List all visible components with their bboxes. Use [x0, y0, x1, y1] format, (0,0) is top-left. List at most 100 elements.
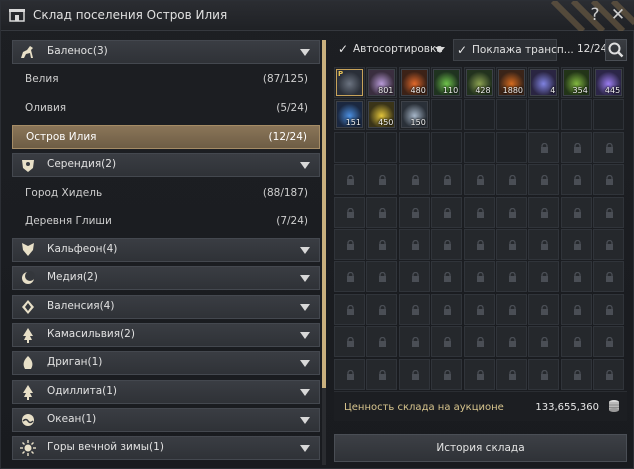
region-header[interactable]: Океан(1)	[12, 407, 320, 432]
inventory-slot[interactable]: 110	[431, 67, 463, 98]
region-header[interactable]: Кальфеон(4)	[12, 238, 320, 263]
locked-slot[interactable]	[334, 261, 365, 293]
chevron-down-icon[interactable]	[300, 275, 310, 283]
locked-slot[interactable]	[431, 164, 463, 196]
locked-slot[interactable]	[334, 164, 365, 196]
inventory-slot[interactable]	[593, 99, 625, 131]
region-header[interactable]: Дриган(1)	[12, 351, 320, 376]
locked-slot[interactable]	[560, 196, 592, 228]
locked-slot[interactable]	[496, 196, 527, 228]
locked-slot[interactable]	[398, 293, 430, 325]
inventory-slot[interactable]: 1880	[496, 67, 527, 98]
locked-slot[interactable]	[334, 326, 365, 358]
inventory-slot[interactable]	[560, 99, 592, 131]
inventory-slot[interactable]	[496, 131, 527, 163]
region-header[interactable]: Медия(2)	[12, 266, 320, 291]
locked-slot[interactable]	[463, 164, 495, 196]
region-header[interactable]: Одиллита(1)	[12, 379, 320, 404]
locked-slot[interactable]	[593, 261, 625, 293]
locked-slot[interactable]	[528, 326, 560, 358]
locked-slot[interactable]	[463, 229, 495, 260]
locked-slot[interactable]	[560, 261, 592, 293]
region-header[interactable]: Серендия(2)	[12, 153, 320, 178]
inventory-slot[interactable]: 151	[334, 99, 365, 131]
violet-crystal-icon[interactable]: 4	[530, 69, 558, 96]
inventory-slot[interactable]	[334, 131, 365, 163]
inventory-slot[interactable]: 4	[528, 67, 560, 98]
transport-checkbox[interactable]: ✓	[457, 44, 469, 56]
region-header[interactable]: Валенсия(4)	[12, 294, 320, 319]
chevron-down-icon[interactable]	[300, 360, 310, 368]
locked-slot[interactable]	[366, 358, 398, 390]
locked-slot[interactable]	[528, 229, 560, 260]
close-button[interactable]: ✕	[607, 4, 629, 26]
locked-slot[interactable]	[463, 196, 495, 228]
chevron-down-icon[interactable]	[300, 162, 310, 170]
town-item[interactable]: Оливия (5/24)	[12, 97, 320, 121]
locked-slot[interactable]	[560, 131, 592, 163]
locked-slot[interactable]	[366, 164, 398, 196]
inventory-slot[interactable]	[366, 131, 398, 163]
purple-flowers-icon[interactable]: 801	[368, 69, 396, 96]
inventory-slot[interactable]	[496, 99, 527, 131]
locked-slot[interactable]	[398, 164, 430, 196]
locked-slot[interactable]	[431, 261, 463, 293]
green-herb-icon[interactable]: 110	[433, 69, 461, 96]
locked-slot[interactable]	[593, 164, 625, 196]
locked-slot[interactable]	[528, 131, 560, 163]
region-header[interactable]: Камасильвия(2)	[12, 323, 320, 347]
inventory-slot[interactable]	[528, 99, 560, 131]
storage-history-button[interactable]: История склада	[334, 434, 627, 462]
locked-slot[interactable]	[366, 229, 398, 260]
orange-mound-icon[interactable]: 1880	[498, 69, 525, 96]
locked-slot[interactable]	[593, 358, 625, 390]
title-bar[interactable]: Склад поселения Остров Илия ? ✕	[1, 1, 634, 31]
chevron-down-icon[interactable]	[300, 416, 310, 424]
locked-slot[interactable]	[560, 164, 592, 196]
locked-slot[interactable]	[463, 326, 495, 358]
locked-slot[interactable]	[431, 326, 463, 358]
silver-blade-icon[interactable]: 150	[400, 101, 428, 129]
town-item[interactable]: Остров Илия (12/24)	[12, 124, 320, 149]
locked-slot[interactable]	[398, 196, 430, 228]
black-chest-icon[interactable]: P	[336, 69, 363, 96]
chevron-down-icon[interactable]	[435, 47, 445, 53]
autosort-checkbox[interactable]: ✓	[338, 43, 350, 55]
locked-slot[interactable]	[560, 229, 592, 260]
locked-slot[interactable]	[366, 261, 398, 293]
locked-slot[interactable]	[334, 358, 365, 390]
locked-slot[interactable]	[496, 358, 527, 390]
locked-slot[interactable]	[398, 326, 430, 358]
locked-slot[interactable]	[431, 293, 463, 325]
town-item[interactable]: Велия (87/125)	[12, 68, 320, 92]
inventory-slot[interactable]: 150	[398, 99, 430, 131]
leaf-branch-icon[interactable]: 354	[562, 69, 590, 96]
locked-slot[interactable]	[593, 196, 625, 228]
region-list-scrollbar[interactable]	[322, 40, 326, 465]
inventory-slot[interactable]: 801	[366, 67, 398, 98]
locked-slot[interactable]	[334, 196, 365, 228]
locked-slot[interactable]	[398, 358, 430, 390]
locked-slot[interactable]	[528, 196, 560, 228]
green-cone-icon[interactable]: 428	[465, 69, 493, 96]
locked-slot[interactable]	[528, 358, 560, 390]
locked-slot[interactable]	[593, 131, 625, 163]
inventory-slot[interactable]	[398, 131, 430, 163]
blue-shard-icon[interactable]: 151	[336, 101, 363, 129]
locked-slot[interactable]	[366, 196, 398, 228]
locked-slot[interactable]	[431, 358, 463, 390]
search-button[interactable]	[605, 39, 627, 61]
locked-slot[interactable]	[463, 261, 495, 293]
locked-slot[interactable]	[366, 293, 398, 325]
inventory-slot[interactable]: 428	[463, 67, 495, 98]
locked-slot[interactable]	[463, 293, 495, 325]
inventory-slot[interactable]: P	[334, 67, 365, 98]
transport-toggle[interactable]: ✓ Поклажа трансп...	[453, 39, 574, 61]
locked-slot[interactable]	[334, 229, 365, 260]
locked-slot[interactable]	[431, 229, 463, 260]
inventory-slot[interactable]	[431, 99, 463, 131]
town-item[interactable]: Деревня Глиши (7/24)	[12, 210, 320, 234]
locked-slot[interactable]	[560, 326, 592, 358]
chevron-down-icon[interactable]	[300, 332, 310, 339]
locked-slot[interactable]	[398, 229, 430, 260]
